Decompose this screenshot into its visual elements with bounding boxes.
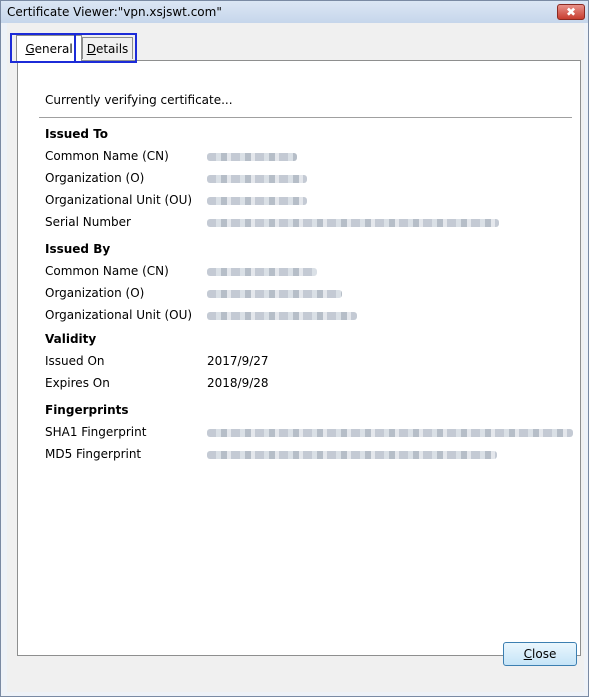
issued-to-cn-label: Common Name (CN) [45, 149, 169, 163]
verification-status: Currently verifying certificate... [45, 93, 233, 107]
fingerprints-heading: Fingerprints [45, 403, 129, 417]
issued-by-ou-label: Organizational Unit (OU) [45, 308, 193, 322]
close-icon: ✖ [565, 5, 577, 19]
issued-by-cn-label: Common Name (CN) [45, 264, 169, 278]
issued-by-ou-value-redacted [207, 312, 357, 320]
tab-details-mnemonic: D [86, 41, 96, 56]
tab-general[interactable]: General [16, 35, 82, 61]
close-button-label: lose [532, 647, 557, 661]
serial-number-value-redacted [207, 219, 499, 227]
issued-on-value: 2017/9/27 [207, 354, 269, 368]
issued-to-ou-label: Organizational Unit (OU) [45, 193, 193, 207]
sha1-fingerprint-label: SHA1 Fingerprint [45, 425, 147, 439]
tab-details[interactable]: Details [82, 37, 133, 59]
issued-by-o-label: Organization (O) [45, 286, 145, 300]
certificate-viewer-window: Certificate Viewer:"vpn.xsjswt.com" ✖ Ge… [0, 0, 589, 697]
issued-to-ou-value-redacted [207, 197, 307, 205]
issued-to-o-value-redacted [207, 175, 307, 183]
tab-general-label: eneral [34, 41, 73, 56]
title-bar[interactable]: Certificate Viewer:"vpn.xsjswt.com" ✖ [1, 1, 588, 23]
window-title: Certificate Viewer:"vpn.xsjswt.com" [7, 5, 222, 19]
issued-to-cn-value-redacted [207, 153, 297, 161]
md5-fingerprint-label: MD5 Fingerprint [45, 447, 142, 461]
tab-details-label: etails [95, 41, 129, 56]
sha1-fingerprint-value-redacted [207, 429, 573, 437]
close-button-mnemonic: C [523, 647, 533, 661]
issued-to-o-label: Organization (O) [45, 171, 145, 185]
issued-on-label: Issued On [45, 354, 105, 368]
expires-on-value: 2018/9/28 [207, 376, 269, 390]
tab-general-mnemonic: G [25, 41, 35, 56]
issued-to-heading: Issued To [45, 127, 109, 141]
md5-fingerprint-value-redacted [207, 451, 497, 459]
status-separator [39, 117, 572, 118]
close-button[interactable]: Close [503, 642, 577, 666]
issued-by-cn-value-redacted [207, 268, 317, 276]
issued-by-heading: Issued By [45, 242, 111, 256]
issued-by-o-value-redacted [207, 290, 342, 298]
validity-heading: Validity [45, 332, 97, 346]
window-close-button[interactable]: ✖ [557, 4, 585, 20]
expires-on-label: Expires On [45, 376, 110, 390]
serial-number-label: Serial Number [45, 215, 131, 229]
